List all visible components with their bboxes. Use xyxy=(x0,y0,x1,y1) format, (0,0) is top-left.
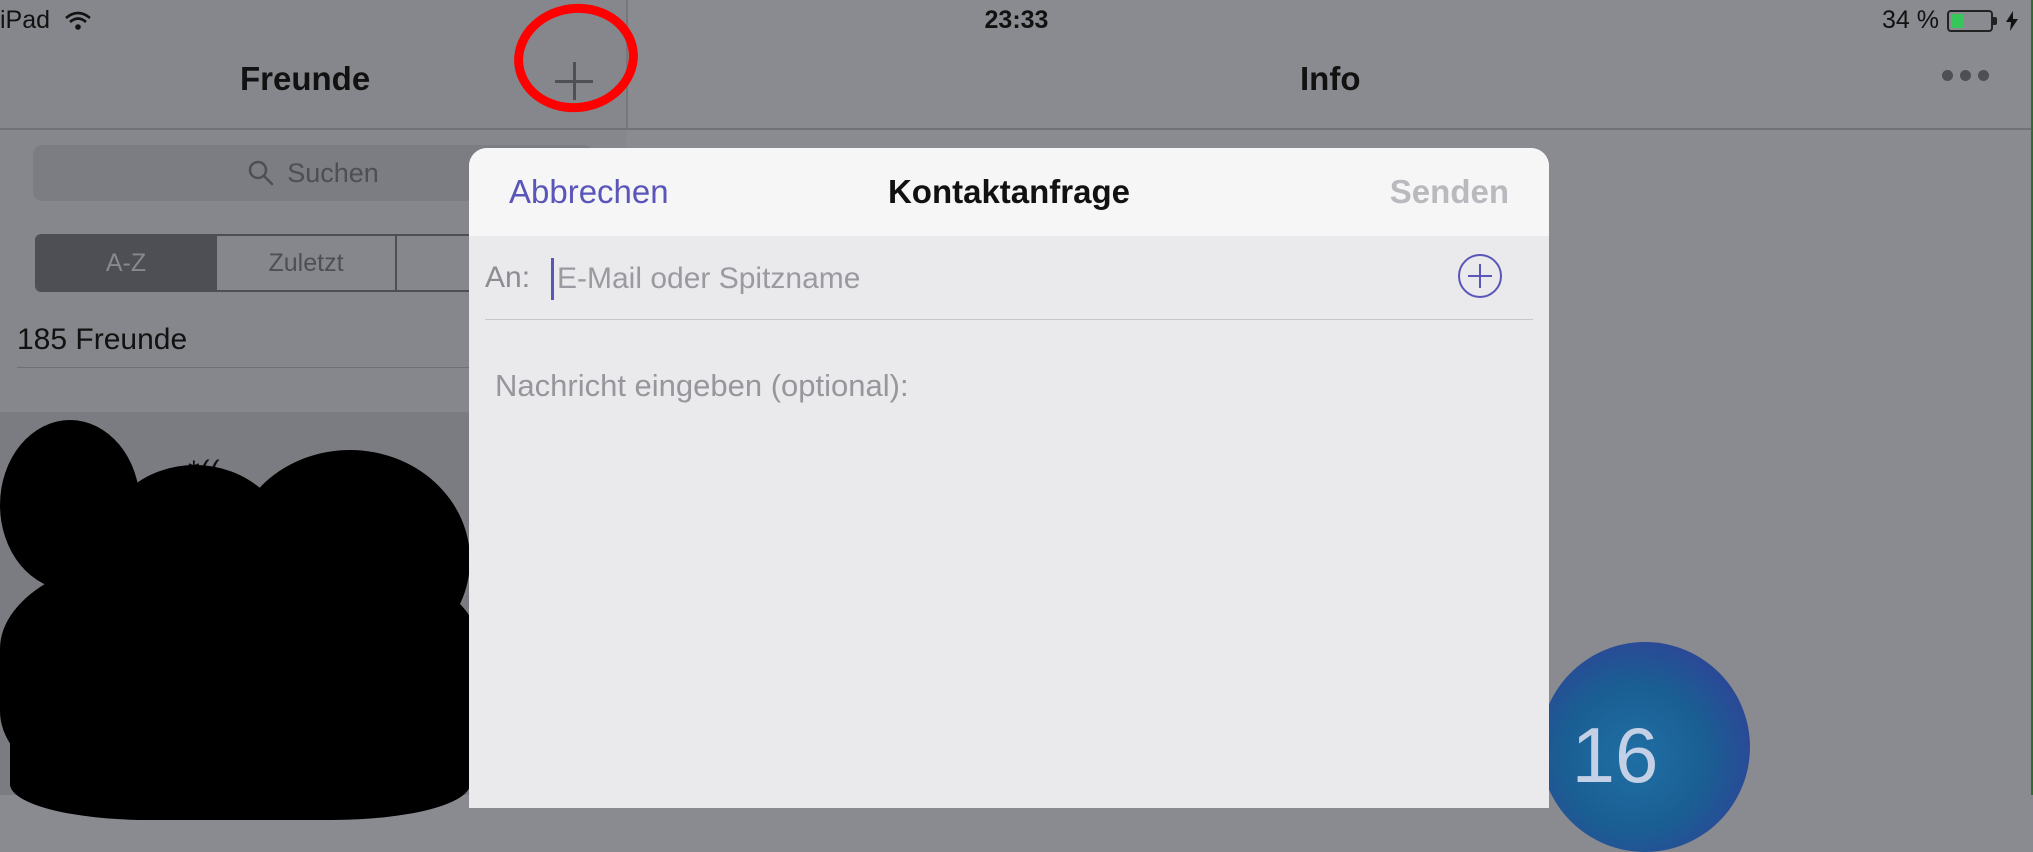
divider xyxy=(485,319,1533,320)
cancel-button[interactable]: Abbrechen xyxy=(509,173,669,211)
ellipsis-icon xyxy=(1942,70,1953,81)
to-label: An: xyxy=(485,261,531,294)
text-cursor xyxy=(551,258,554,300)
battery-icon xyxy=(1947,9,1997,32)
more-options-button[interactable] xyxy=(1942,70,1989,81)
message-field[interactable] xyxy=(495,368,1515,768)
segment-zuletzt[interactable]: Zuletzt xyxy=(217,236,397,290)
nav-bar-separator xyxy=(0,128,2033,130)
add-contact-button[interactable] xyxy=(1458,254,1502,298)
clock: 23:33 xyxy=(984,6,1049,34)
search-placeholder: Suchen xyxy=(287,157,379,188)
badge-number: 16 xyxy=(1571,711,1659,799)
search-icon xyxy=(248,160,274,186)
friend-count: 185 Freunde xyxy=(17,323,188,356)
battery-percent: 34 % xyxy=(1882,6,1939,34)
divider xyxy=(17,367,517,368)
recipient-field[interactable] xyxy=(557,254,1397,304)
friends-title: Freunde xyxy=(240,60,371,97)
contact-request-dialog: Kontaktanfrage Abbrechen Senden An: xyxy=(469,148,1549,808)
battery-level xyxy=(1951,13,1964,28)
bolt-icon xyxy=(2006,10,2018,31)
redaction-scribble xyxy=(0,420,485,820)
info-title: Info xyxy=(1300,60,1361,97)
status-bar: iPad 23:33 34 % xyxy=(0,0,2033,44)
segment-a-z[interactable]: A-Z xyxy=(37,236,217,290)
send-button[interactable]: Senden xyxy=(1390,173,1509,211)
